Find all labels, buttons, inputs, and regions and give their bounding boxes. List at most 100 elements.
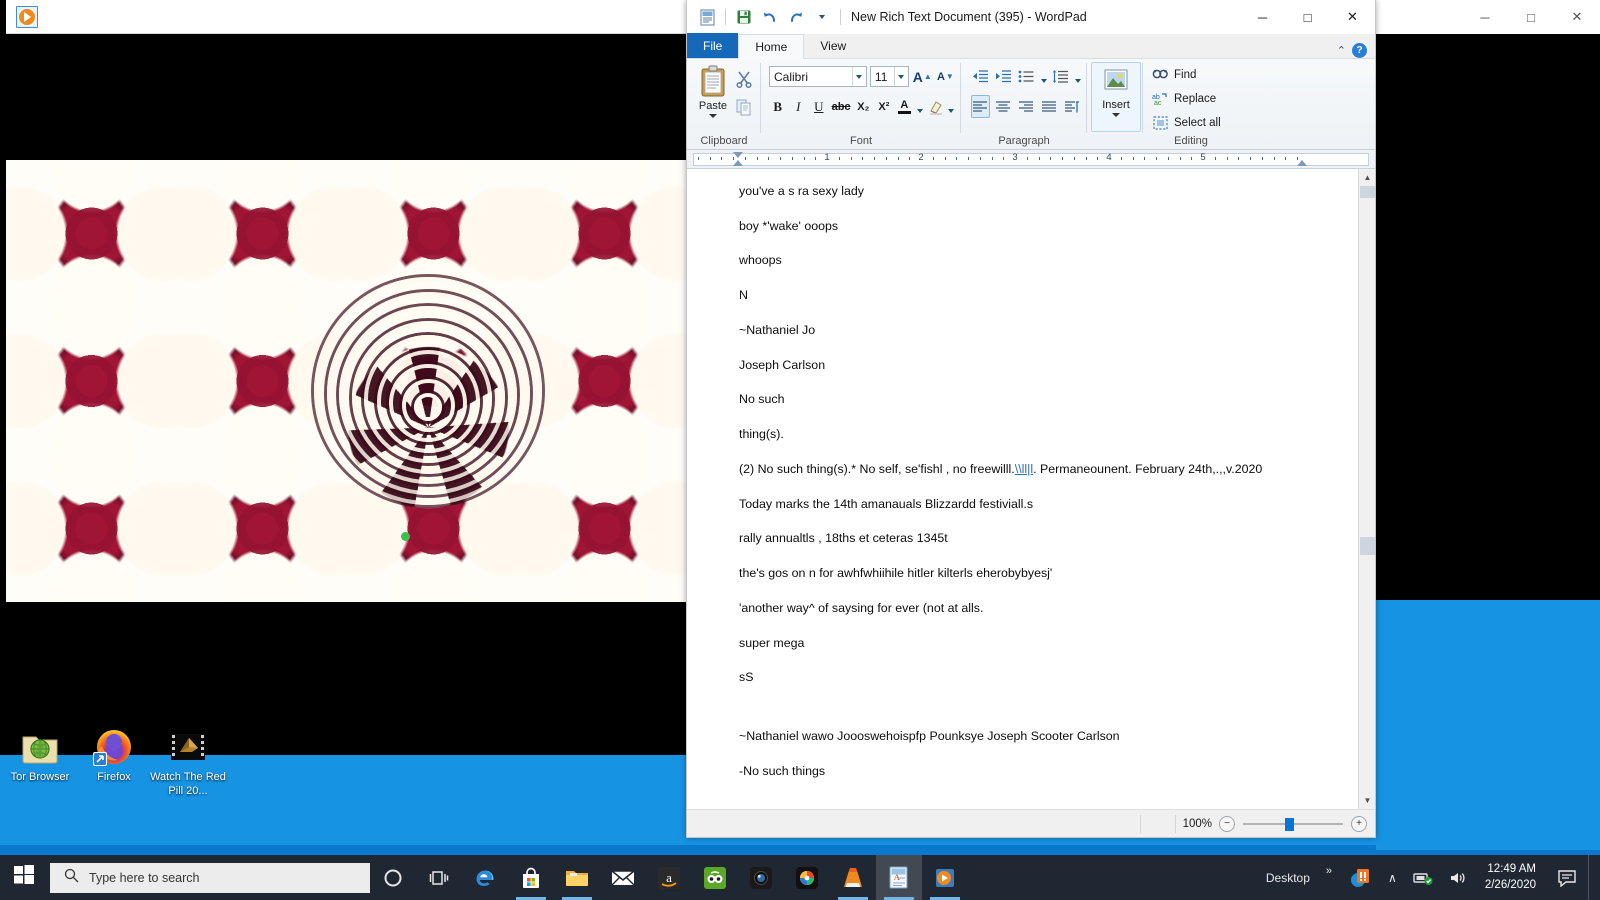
cut-icon[interactable]	[733, 68, 755, 90]
save-icon[interactable]	[732, 5, 756, 29]
copy-icon[interactable]	[733, 96, 755, 118]
system-tray[interactable]: Desktop » ∧ 12:49 AM 2/26/2020	[1260, 855, 1600, 900]
highlight-icon[interactable]	[927, 95, 945, 118]
malwarebytes-icon[interactable]	[1342, 855, 1378, 900]
grow-font-button[interactable]: A ▲	[912, 65, 933, 88]
minimize-button[interactable]: ─	[1240, 0, 1285, 34]
collapse-ribbon-icon[interactable]: ⌃	[1337, 44, 1346, 57]
window-controls[interactable]: ─ □ ✕	[1240, 0, 1375, 34]
superscript-button[interactable]: X²	[875, 95, 893, 118]
ribbon[interactable]: Paste Clipboard Calibri 11 A ▲ A ▼ B I U…	[687, 59, 1375, 150]
desktop-icon-firefox[interactable]: Firefox	[76, 726, 152, 785]
bullets-caret-icon[interactable]	[1040, 65, 1047, 88]
tab-view[interactable]: View	[804, 33, 862, 58]
undo-icon[interactable]	[758, 5, 782, 29]
zoom-slider-thumb[interactable]	[1285, 817, 1294, 831]
bullets-icon[interactable]	[1017, 65, 1036, 88]
document-page[interactable]: you've a s ra sexy lady boy *'wake' ooops…	[687, 169, 1358, 809]
italic-button[interactable]: I	[790, 95, 808, 118]
document-vertical-scrollbar[interactable]: ▲ ▼	[1358, 169, 1375, 809]
customize-qat-caret-icon[interactable]	[810, 5, 834, 29]
network-icon[interactable]	[1407, 855, 1439, 900]
ruler[interactable]: 1 2 3 4 5	[687, 150, 1375, 169]
paste-dropdown-caret-icon[interactable]	[709, 114, 717, 118]
show-desktop-button[interactable]	[1588, 855, 1596, 900]
scrollbar-thumb-upper[interactable]	[1360, 186, 1375, 198]
taskbar-app-microsoft-store[interactable]	[508, 855, 554, 900]
desktop-peek-label[interactable]: Desktop	[1260, 855, 1316, 900]
highlight-caret-icon[interactable]	[948, 95, 955, 118]
taskbar-app-camera[interactable]	[738, 855, 784, 900]
document-text[interactable]: you've a s ra sexy lady boy *'wake' ooops…	[687, 169, 1358, 779]
media-player-window[interactable]	[6, 0, 690, 742]
document-hyperlink[interactable]: \\ll|l	[1015, 462, 1033, 476]
scroll-down-button[interactable]: ▼	[1359, 792, 1375, 809]
scroll-up-button[interactable]: ▲	[1359, 169, 1375, 186]
justify-icon[interactable]	[1039, 95, 1058, 118]
document-icon[interactable]	[695, 5, 719, 29]
underline-button[interactable]: U	[810, 95, 828, 118]
increase-indent-icon[interactable]	[994, 65, 1013, 88]
volume-icon[interactable]	[1443, 855, 1475, 900]
action-center-icon[interactable]	[1550, 855, 1584, 900]
align-right-icon[interactable]	[1017, 95, 1036, 118]
text-color-button[interactable]: A	[896, 95, 914, 118]
quick-access-toolbar[interactable]	[687, 5, 845, 29]
taskbar-app-amazon[interactable]: a	[646, 855, 692, 900]
ribbon-tab-strip[interactable]: File Home View ⌃ ?	[687, 33, 1375, 59]
subscript-button[interactable]: X₂	[855, 95, 873, 118]
bg-window-close-button[interactable]: ✕	[1554, 0, 1600, 34]
taskbar-app-vlc[interactable]	[830, 855, 876, 900]
paragraph-settings-icon[interactable]	[1062, 95, 1081, 118]
replace-button[interactable]: ab ac Replace	[1149, 88, 1233, 109]
taskbar-app-task-view[interactable]	[416, 855, 462, 900]
document-area[interactable]: you've a s ra sexy lady boy *'wake' ooops…	[687, 169, 1375, 809]
insert-button[interactable]: Insert	[1091, 62, 1141, 132]
bold-button[interactable]: B	[769, 95, 787, 118]
align-left-icon[interactable]	[971, 95, 990, 118]
decrease-indent-icon[interactable]	[971, 65, 990, 88]
line-spacing-icon[interactable]	[1051, 65, 1070, 88]
zoom-slider[interactable]	[1243, 816, 1343, 832]
wordpad-titlebar[interactable]: New Rich Text Document (395) - WordPad ─…	[687, 0, 1375, 34]
find-button[interactable]: Find	[1149, 64, 1233, 85]
scrollbar-thumb[interactable]	[1360, 537, 1375, 555]
taskbar-app-cortana[interactable]	[370, 855, 416, 900]
desktop-icon-tor-browser[interactable]: Tor Browser	[2, 726, 78, 785]
select-all-button[interactable]: Select all	[1149, 112, 1233, 133]
first-line-indent-marker[interactable]	[733, 152, 743, 158]
start-button[interactable]	[0, 855, 48, 900]
taskbar-app-edge[interactable]	[462, 855, 508, 900]
maximize-button[interactable]: □	[1285, 0, 1330, 34]
line-spacing-caret-icon[interactable]	[1074, 65, 1081, 88]
zoom-in-button[interactable]: +	[1351, 815, 1367, 832]
font-family-caret-icon[interactable]	[851, 67, 866, 86]
right-indent-marker[interactable]	[1297, 160, 1307, 166]
taskbar-app-file-explorer[interactable]	[554, 855, 600, 900]
taskbar-app-color-orb[interactable]	[784, 855, 830, 900]
paste-button[interactable]: Paste	[693, 62, 733, 132]
tab-file[interactable]: File	[687, 33, 739, 58]
font-size-caret-icon[interactable]	[893, 67, 908, 86]
zoom-out-button[interactable]: −	[1219, 815, 1235, 832]
search-input[interactable]: Type here to search	[50, 862, 370, 893]
wordpad-window[interactable]: New Rich Text Document (395) - WordPad ─…	[686, 0, 1376, 838]
insert-dropdown-caret-icon[interactable]	[1112, 113, 1120, 117]
clock[interactable]: 12:49 AM 2/26/2020	[1479, 855, 1546, 900]
taskbar[interactable]: Type here to search a A Desktop » ∧ 12:4…	[0, 855, 1600, 900]
tray-overflow-icon[interactable]: »	[1320, 855, 1338, 900]
taskbar-app-tripadvisor[interactable]	[692, 855, 738, 900]
bg-window-minimize-button[interactable]: ─	[1462, 0, 1508, 34]
background-window-titlebar[interactable]: ─ □ ✕	[1376, 0, 1600, 34]
text-color-caret-icon[interactable]	[916, 95, 923, 118]
tab-home[interactable]: Home	[738, 34, 805, 59]
tray-chevron-up-icon[interactable]: ∧	[1382, 855, 1403, 900]
taskbar-app-media-player[interactable]	[922, 855, 968, 900]
bg-window-maximize-button[interactable]: □	[1508, 0, 1554, 34]
strikethrough-button[interactable]: abc	[831, 95, 852, 118]
help-icon[interactable]: ?	[1352, 43, 1367, 58]
media-player-titlebar[interactable]	[6, 0, 690, 34]
shrink-font-button[interactable]: A ▼	[936, 65, 955, 88]
font-size-combo[interactable]: 11	[869, 66, 909, 87]
align-center-icon[interactable]	[994, 95, 1013, 118]
